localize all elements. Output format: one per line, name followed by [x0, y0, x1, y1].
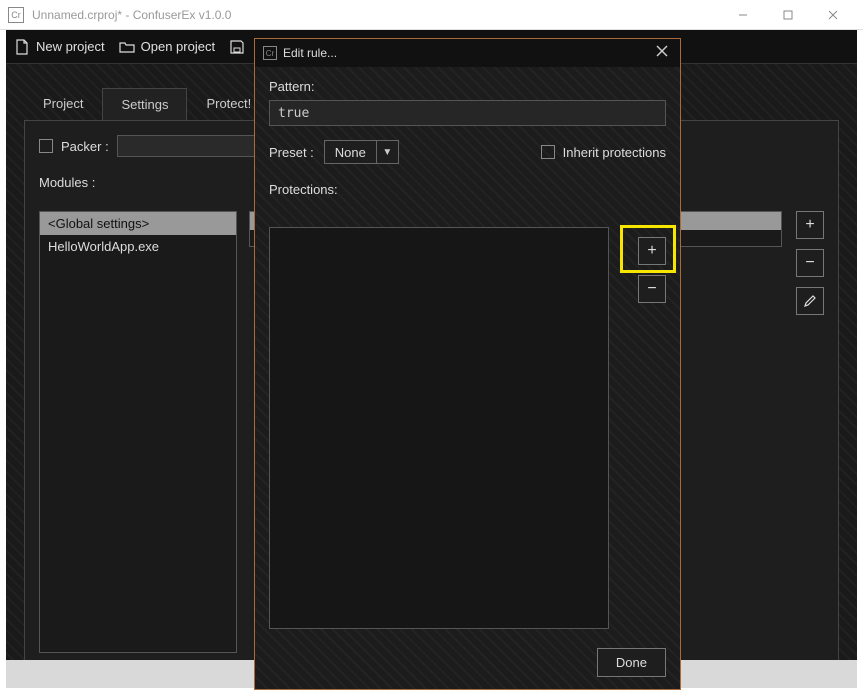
remove-protection-button[interactable]: −	[638, 275, 666, 303]
preset-select[interactable]: None ▼	[324, 140, 399, 164]
close-button[interactable]	[810, 1, 855, 29]
preset-value: None	[325, 145, 376, 160]
protections-list[interactable]	[269, 227, 609, 629]
edit-rule-button[interactable]	[796, 287, 824, 315]
done-button[interactable]: Done	[597, 648, 666, 677]
edit-rule-dialog: Cr Edit rule... Pattern: Preset : None ▼…	[254, 38, 681, 690]
app-icon: Cr	[8, 7, 24, 23]
save-project-button[interactable]	[229, 39, 245, 55]
pattern-label: Pattern:	[269, 79, 666, 94]
modules-list[interactable]: <Global settings> HelloWorldApp.exe	[39, 211, 237, 653]
window-controls	[720, 1, 855, 29]
inherit-label: Inherit protections	[563, 145, 666, 160]
maximize-button[interactable]	[765, 1, 810, 29]
new-project-button[interactable]: New project	[14, 39, 105, 55]
new-project-label: New project	[36, 39, 105, 54]
inherit-checkbox[interactable]	[541, 145, 555, 159]
dialog-close-button[interactable]	[652, 44, 672, 62]
open-project-label: Open project	[141, 39, 215, 54]
window-title: Unnamed.crproj* - ConfuserEx v1.0.0	[32, 8, 720, 22]
dialog-body: Pattern: Preset : None ▼ Inherit protect…	[255, 67, 680, 689]
list-item[interactable]: <Global settings>	[40, 212, 236, 235]
add-protection-button[interactable]: +	[638, 237, 666, 265]
protections-buttons: + −	[638, 237, 666, 303]
rules-buttons: + −	[796, 211, 824, 315]
open-project-button[interactable]: Open project	[119, 39, 215, 55]
chevron-down-icon: ▼	[376, 141, 398, 163]
new-file-icon	[14, 39, 30, 55]
protections-label: Protections:	[269, 182, 666, 197]
pattern-input[interactable]	[269, 100, 666, 126]
dialog-icon: Cr	[263, 46, 277, 60]
preset-label: Preset :	[269, 145, 314, 160]
tab-project[interactable]: Project	[24, 87, 102, 120]
folder-open-icon	[119, 39, 135, 55]
save-icon	[229, 39, 245, 55]
window-titlebar: Cr Unnamed.crproj* - ConfuserEx v1.0.0	[0, 0, 863, 30]
packer-label: Packer :	[61, 139, 109, 154]
inherit-protections[interactable]: Inherit protections	[541, 145, 666, 160]
packer-checkbox[interactable]	[39, 139, 53, 153]
remove-rule-button[interactable]: −	[796, 249, 824, 277]
packer-select[interactable]	[117, 135, 267, 157]
tab-settings[interactable]: Settings	[102, 88, 187, 120]
minimize-button[interactable]	[720, 1, 765, 29]
list-item[interactable]: HelloWorldApp.exe	[40, 235, 236, 258]
preset-row: Preset : None ▼ Inherit protections	[269, 140, 666, 164]
dialog-title: Edit rule...	[283, 46, 337, 60]
dialog-titlebar: Cr Edit rule...	[255, 39, 680, 67]
pencil-icon	[803, 294, 817, 308]
add-rule-button[interactable]: +	[796, 211, 824, 239]
close-icon	[656, 45, 668, 57]
